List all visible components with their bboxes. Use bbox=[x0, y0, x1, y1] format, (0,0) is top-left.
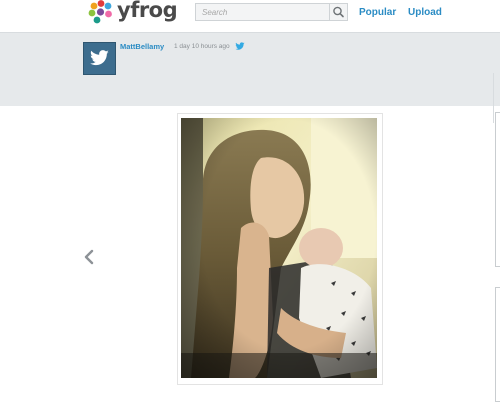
twitter-bird-icon bbox=[90, 50, 109, 66]
photo-image[interactable] bbox=[181, 118, 377, 378]
logo-text: yfrog bbox=[117, 0, 178, 22]
yfrog-logo[interactable]: yfrog bbox=[88, 0, 178, 26]
yfrog-logo-icon bbox=[88, 0, 112, 24]
sidebar-panel-partial bbox=[495, 287, 500, 402]
top-navigation: yfrog Popular Upload bbox=[0, 0, 500, 32]
user-info-band: MattBellamy 1 day 10 hours ago bbox=[0, 32, 500, 123]
search-box bbox=[195, 3, 348, 21]
search-input[interactable] bbox=[196, 4, 334, 20]
avatar[interactable] bbox=[83, 42, 116, 75]
nav-popular-link[interactable]: Popular bbox=[359, 7, 396, 18]
username-link[interactable]: MattBellamy bbox=[120, 42, 164, 51]
photo-illustration bbox=[181, 118, 377, 378]
sidebar-panel-partial bbox=[495, 112, 500, 267]
post-timestamp: 1 day 10 hours ago bbox=[174, 43, 230, 50]
search-button[interactable] bbox=[329, 4, 347, 20]
twitter-bird-icon[interactable] bbox=[235, 42, 245, 51]
chevron-left-icon[interactable] bbox=[83, 249, 95, 265]
search-icon bbox=[333, 6, 344, 18]
nav-upload-link[interactable]: Upload bbox=[408, 7, 442, 18]
